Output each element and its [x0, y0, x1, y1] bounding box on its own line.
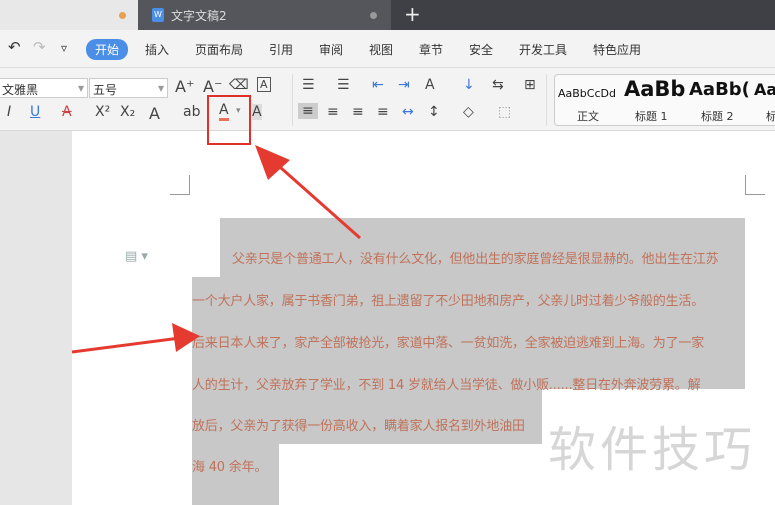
annotation-arrows: [71, 145, 361, 354]
arrow-to-font-color: [255, 145, 361, 240]
arrow-to-text: [71, 323, 200, 354]
